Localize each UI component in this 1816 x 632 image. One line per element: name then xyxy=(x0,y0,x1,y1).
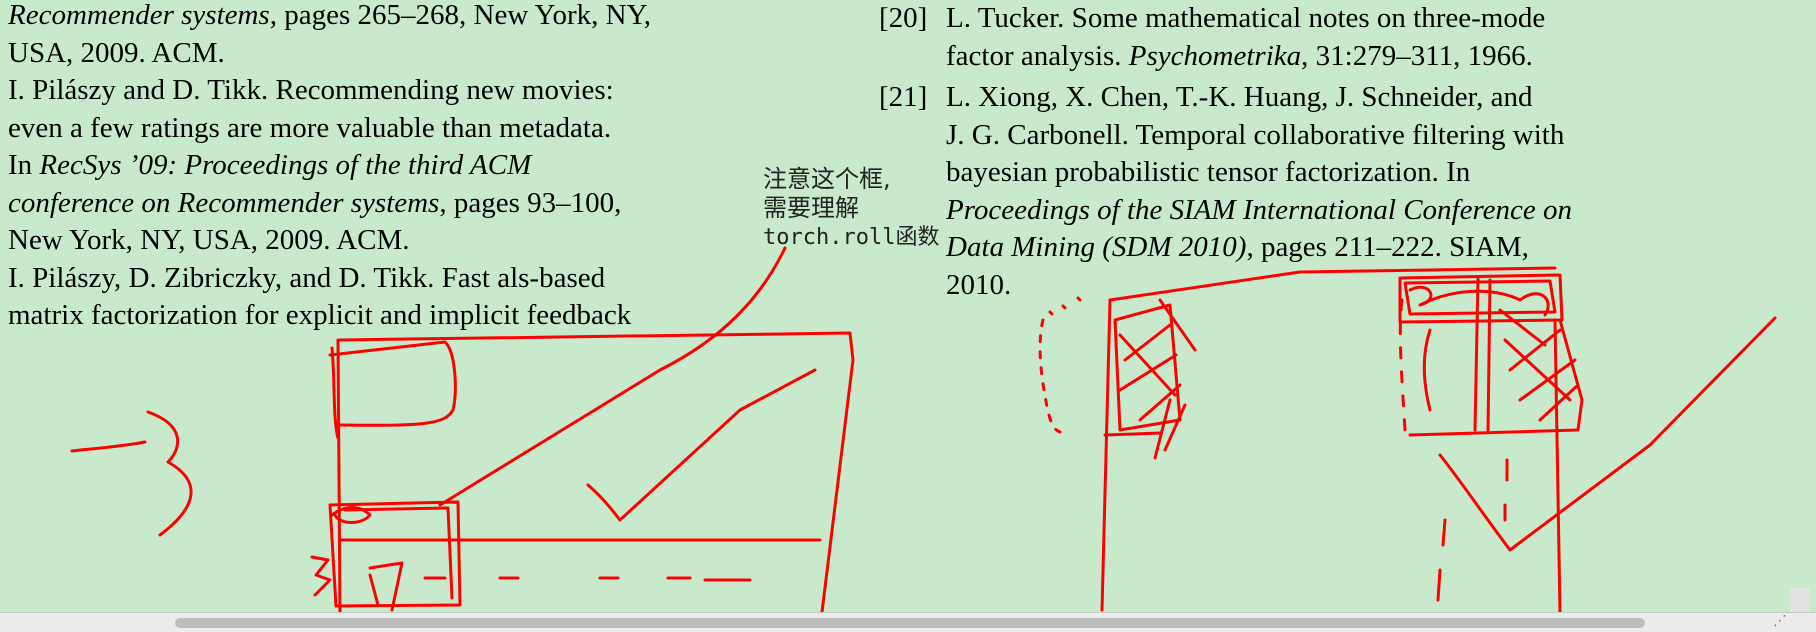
reference-text: In xyxy=(8,149,40,181)
ink-right-curve xyxy=(1422,328,1432,412)
ink-right-dashes xyxy=(1436,458,1509,602)
reference-line: Recommender systems, pages 265–268, New … xyxy=(8,0,798,35)
reference-line: J. G. Carbonell. Temporal collaborative … xyxy=(946,118,1565,151)
ink-right-crosshatch xyxy=(1498,308,1580,422)
left-column-references: Recommender systems, pages 265–268, New … xyxy=(8,0,798,335)
reference-entry: [20] L. Tucker. Some mathematical notes … xyxy=(879,0,1779,75)
ink-squiggle-2 xyxy=(368,561,404,612)
resize-grip-icon[interactable]: ⋰ xyxy=(1770,612,1790,631)
reference-venue: RecSys ’09: Proceedings of the third ACM xyxy=(39,149,532,181)
reference-entry: [21] L. Xiong, X. Chen, T.-K. Huang, J. … xyxy=(879,79,1779,304)
reference-text: , pages 93–100, xyxy=(439,186,622,219)
reference-text: factor analysis. xyxy=(946,39,1129,72)
ink-right-left-edge xyxy=(1398,298,1407,432)
reference-line: I. Pilászy and D. Tikk. Recommending new… xyxy=(8,74,614,106)
handwritten-note: 注意这个框, 需要理解 torch.roll函数 xyxy=(763,165,939,252)
note-line: torch.roll函数 xyxy=(763,225,940,250)
document-page: Recommender systems, pages 265–268, New … xyxy=(0,0,1816,612)
ink-scribble xyxy=(330,506,372,524)
ink-dotted-arc xyxy=(1038,318,1062,434)
ink-arrow-line xyxy=(70,440,147,453)
scrollbar-thumb[interactable] xyxy=(175,618,1645,628)
reference-line: USA, 2009. ACM. xyxy=(8,36,225,69)
ink-checkmark xyxy=(586,368,817,522)
ink-box-top xyxy=(328,340,457,427)
reference-line: In RecSys ’09: Proceedings of the third … xyxy=(8,147,798,185)
reference-line: matrix factorization for explicit and im… xyxy=(8,299,632,331)
reference-line: L. Xiong, X. Chen, T.-K. Huang, J. Schne… xyxy=(946,81,1533,113)
reference-text: , pages 265–268, New York, NY, xyxy=(269,0,652,31)
reference-venue: Recommender systems xyxy=(8,0,270,31)
ink-dashes xyxy=(423,576,752,582)
ink-column xyxy=(1100,298,1112,612)
ink-right-long-edge xyxy=(1553,318,1562,612)
right-column-references: [20] L. Tucker. Some mathematical notes … xyxy=(879,0,1779,308)
reference-text: , pages 211–222. SIAM, xyxy=(1246,231,1529,263)
reference-line: Data Mining (SDM 2010), pages 211–222. S… xyxy=(946,229,1779,267)
note-line: 注意这个框, xyxy=(763,165,891,193)
reference-text: , 31:279–311, 1966. xyxy=(1301,39,1533,72)
reference-line: Proceedings of the SIAM International Co… xyxy=(946,192,1779,230)
ink-squiggle xyxy=(310,555,332,597)
reference-line: New York, NY, USA, 2009. ACM. xyxy=(8,224,410,256)
reference-number: [21] xyxy=(879,81,928,113)
vertical-scrollbar-end[interactable] xyxy=(1790,588,1810,612)
reference-line: even a few ratings are more valuable tha… xyxy=(8,111,612,144)
ink-small-box xyxy=(328,500,462,608)
note-line: 需要理解 xyxy=(763,194,859,222)
reference-venue: Data Mining (SDM 2010) xyxy=(946,231,1247,263)
ink-crosshatch-a xyxy=(1113,303,1182,432)
ink-crosshatch-b xyxy=(1118,298,1197,422)
reference-line: bayesian probabilistic tensor factorizat… xyxy=(946,156,1471,188)
reference-body: L. Xiong, X. Chen, T.-K. Huang, J. Schne… xyxy=(946,79,1779,304)
reference-line: 2010. xyxy=(946,268,1012,301)
reference-line: factor analysis. Psychometrika, 31:279–3… xyxy=(946,38,1779,76)
ink-brace xyxy=(146,410,193,537)
ink-small-strokes xyxy=(1103,398,1187,460)
reference-number: [20] xyxy=(879,2,928,34)
reference-venue: Psychometrika xyxy=(1128,39,1302,72)
ink-inner-box xyxy=(330,346,340,440)
reference-line: I. Pilászy, D. Zibriczky, and D. Tikk. F… xyxy=(8,261,606,294)
reference-venue: conference on Recommender systems xyxy=(8,186,440,219)
reference-venue: Proceedings of the SIAM International Co… xyxy=(946,193,1573,226)
ink-box-left-edge xyxy=(336,338,342,612)
ink-box-outline xyxy=(338,331,855,612)
horizontal-scrollbar[interactable] xyxy=(0,612,1816,632)
reference-line: conference on Recommender systems, pages… xyxy=(8,185,798,223)
ink-right-lower xyxy=(1438,316,1777,552)
reference-body: L. Tucker. Some mathematical notes on th… xyxy=(946,0,1779,75)
reference-line: L. Tucker. Some mathematical notes on th… xyxy=(946,2,1546,34)
ink-small-box-inner xyxy=(343,506,454,600)
